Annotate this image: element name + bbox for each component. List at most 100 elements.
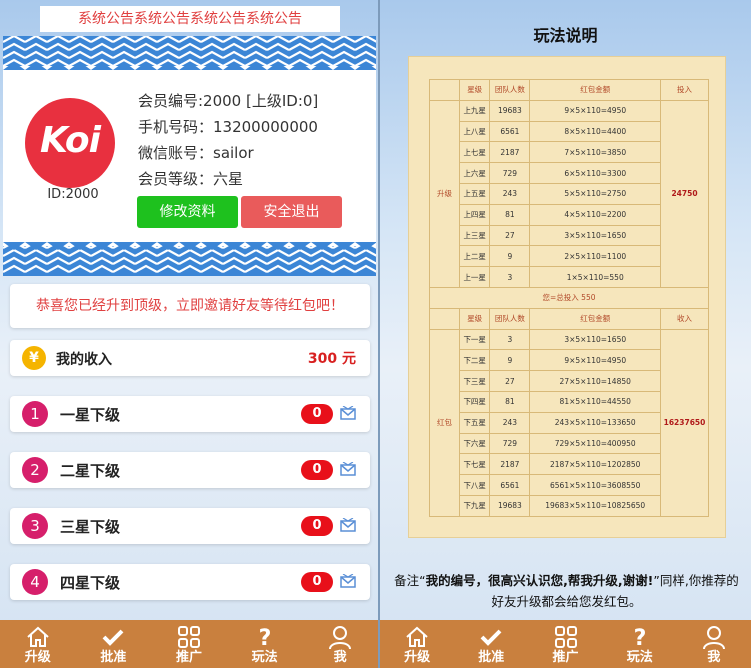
table-cell: 下一星 [458, 328, 491, 351]
table-cell: 19683×5×110=10825650 [529, 494, 661, 517]
section-label: 升级 [429, 99, 460, 288]
table-cell: 6561 [489, 474, 531, 496]
table-header-cell: 收入 [660, 307, 709, 330]
table-cell: 上六星 [458, 162, 491, 184]
table-cell: 下八星 [458, 474, 491, 496]
table-cell: 27 [489, 370, 531, 392]
level-label: 一星下级 [60, 406, 121, 424]
rules-table-card: 星级 团队人数 红包金额 投入 升级 上九星 19683 9×5×110=4950 24750 上… [408, 56, 726, 538]
table-header-cell: 星级 [458, 307, 491, 330]
table-cell: 4×5×110=2200 [529, 203, 661, 226]
table-cell: 81 [489, 390, 531, 413]
mail-icon[interactable] [340, 518, 356, 532]
table-cell: 下九星 [458, 494, 491, 517]
table-cell: 6561 [489, 120, 531, 143]
table-row: 升级 上九星 19683 9×5×110=4950 24750 [429, 99, 709, 288]
table-middle-row: 您=总投入 550 [429, 286, 709, 309]
edit-profile-button[interactable]: 修改资料 [137, 196, 238, 228]
level-row-3[interactable]: 3 三星下级 0 [10, 508, 370, 544]
bottom-nav: 升级 批准 推广 ? 玩法 我 [0, 620, 378, 668]
count-badge: 0 [301, 404, 333, 424]
nav-label: 玩法 [251, 650, 278, 665]
count-badge: 0 [301, 460, 333, 480]
table-cell: 81 [489, 203, 531, 226]
nav-me[interactable]: 我 [677, 620, 751, 668]
rules-panel: 玩法说明 星级 团队人数 红包金额 投入 升级 上九星 19683 9×5×110=4950 2… [378, 0, 751, 668]
nav-me[interactable]: 我 [302, 620, 378, 668]
table-cell: 19683 [489, 99, 531, 122]
nav-rules[interactable]: ? 玩法 [603, 620, 677, 668]
table-cell: 3×5×110=1650 [529, 224, 661, 247]
profile-card: Koi ID:2000 会员编号:2000 [上级ID:0] 手机号码：1320… [3, 36, 376, 276]
table-cell: 3 [489, 266, 531, 288]
nav-label: 推广 [552, 650, 579, 665]
table-cell: 9 [489, 349, 531, 372]
table-cell: 上一星 [458, 266, 491, 288]
table-cell: 3 [489, 328, 531, 351]
table-cell: 7×5×110=3850 [529, 141, 661, 164]
section-total: 24750 [660, 99, 709, 288]
nav-promote[interactable]: 推广 [528, 620, 602, 668]
note-prefix: 备注“ [394, 573, 426, 588]
table-cell: 6×5×110=3300 [529, 162, 661, 184]
table-cell: 243 [489, 411, 531, 434]
count-badge: 0 [301, 572, 333, 592]
table-cell: 1×5×110=550 [529, 266, 661, 288]
table-header-cell: 团队人数 [489, 79, 531, 101]
level-row-4[interactable]: 4 四星下级 0 [10, 564, 370, 600]
level-row-1[interactable]: 1 一星下级 0 [10, 396, 370, 432]
mail-icon[interactable] [340, 406, 356, 420]
nav-label: 我 [707, 650, 721, 665]
table-header-row: 星级 团队人数 红包金额 投入 [429, 79, 709, 101]
nav-approve[interactable]: 批准 [76, 620, 152, 668]
table-cell: 243×5×110=133650 [529, 411, 661, 434]
logout-button[interactable]: 安全退出 [241, 196, 342, 228]
table-row: 红包 下一星 3 3×5×110=1650 16237650 [429, 328, 709, 517]
income-value: 300 元 [307, 351, 356, 367]
mail-icon[interactable] [340, 574, 356, 588]
level-label: 四星下级 [60, 574, 121, 592]
table-cell: 729 [489, 162, 531, 184]
nav-label: 升级 [404, 650, 431, 665]
table-cell: 2187 [489, 453, 531, 476]
table-cell [429, 79, 460, 101]
level-number-badge: 3 [22, 513, 48, 539]
nav-promote[interactable]: 推广 [151, 620, 227, 668]
nav-rules[interactable]: ? 玩法 [227, 620, 303, 668]
mail-icon[interactable] [340, 462, 356, 476]
section-total: 16237650 [660, 328, 709, 517]
yen-icon: ¥ [22, 346, 46, 370]
table-cell [429, 307, 460, 330]
level-row-2[interactable]: 2 二星下级 0 [10, 452, 370, 488]
congrats-banner: 恭喜您已经升到顶级，立即邀请好友等待红包吧！ [10, 284, 370, 328]
table-cell: 729×5×110=400950 [529, 432, 661, 455]
table-cell: 下四星 [458, 390, 491, 413]
table-cell: 下三星 [458, 370, 491, 392]
table-cell: 上八星 [458, 120, 491, 143]
section-label: 红包 [429, 328, 460, 517]
table-cell: 19683 [489, 494, 531, 517]
table-cell: 上七星 [458, 141, 491, 164]
level-label: 三星下级 [60, 518, 121, 536]
table-cell: 27 [489, 224, 531, 247]
table-cell: 8×5×110=4400 [529, 120, 661, 143]
rules-table: 星级 团队人数 红包金额 投入 升级 上九星 19683 9×5×110=4950 24750 上… [429, 79, 709, 517]
table-cell: 243 [489, 182, 531, 205]
table-cell: 2187 [489, 141, 531, 164]
member-center-panel: 系统公告系统公告系统公告系统公告 Koi ID:2000 会员编号:2000 [… [0, 0, 378, 668]
table-cell: 下六星 [458, 432, 491, 455]
table-cell: 2×5×110=1100 [529, 245, 661, 268]
nav-upgrade[interactable]: 升级 [0, 620, 76, 668]
table-cell: 9×5×110=4950 [529, 349, 661, 372]
level-number-badge: 2 [22, 457, 48, 483]
level-number-badge: 1 [22, 401, 48, 427]
nav-approve[interactable]: 批准 [454, 620, 528, 668]
income-row[interactable]: ¥ 我的收入 300 元 [10, 340, 370, 376]
table-cell: 3×5×110=1650 [529, 328, 661, 351]
member-number: 会员编号:2000 [上级ID:0] [138, 92, 319, 110]
table-cell: 上三星 [458, 224, 491, 247]
nav-upgrade[interactable]: 升级 [380, 620, 454, 668]
level-label: 二星下级 [60, 462, 121, 480]
zigzag-decoration-top [3, 36, 376, 70]
table-header-cell: 红包金额 [529, 307, 661, 330]
